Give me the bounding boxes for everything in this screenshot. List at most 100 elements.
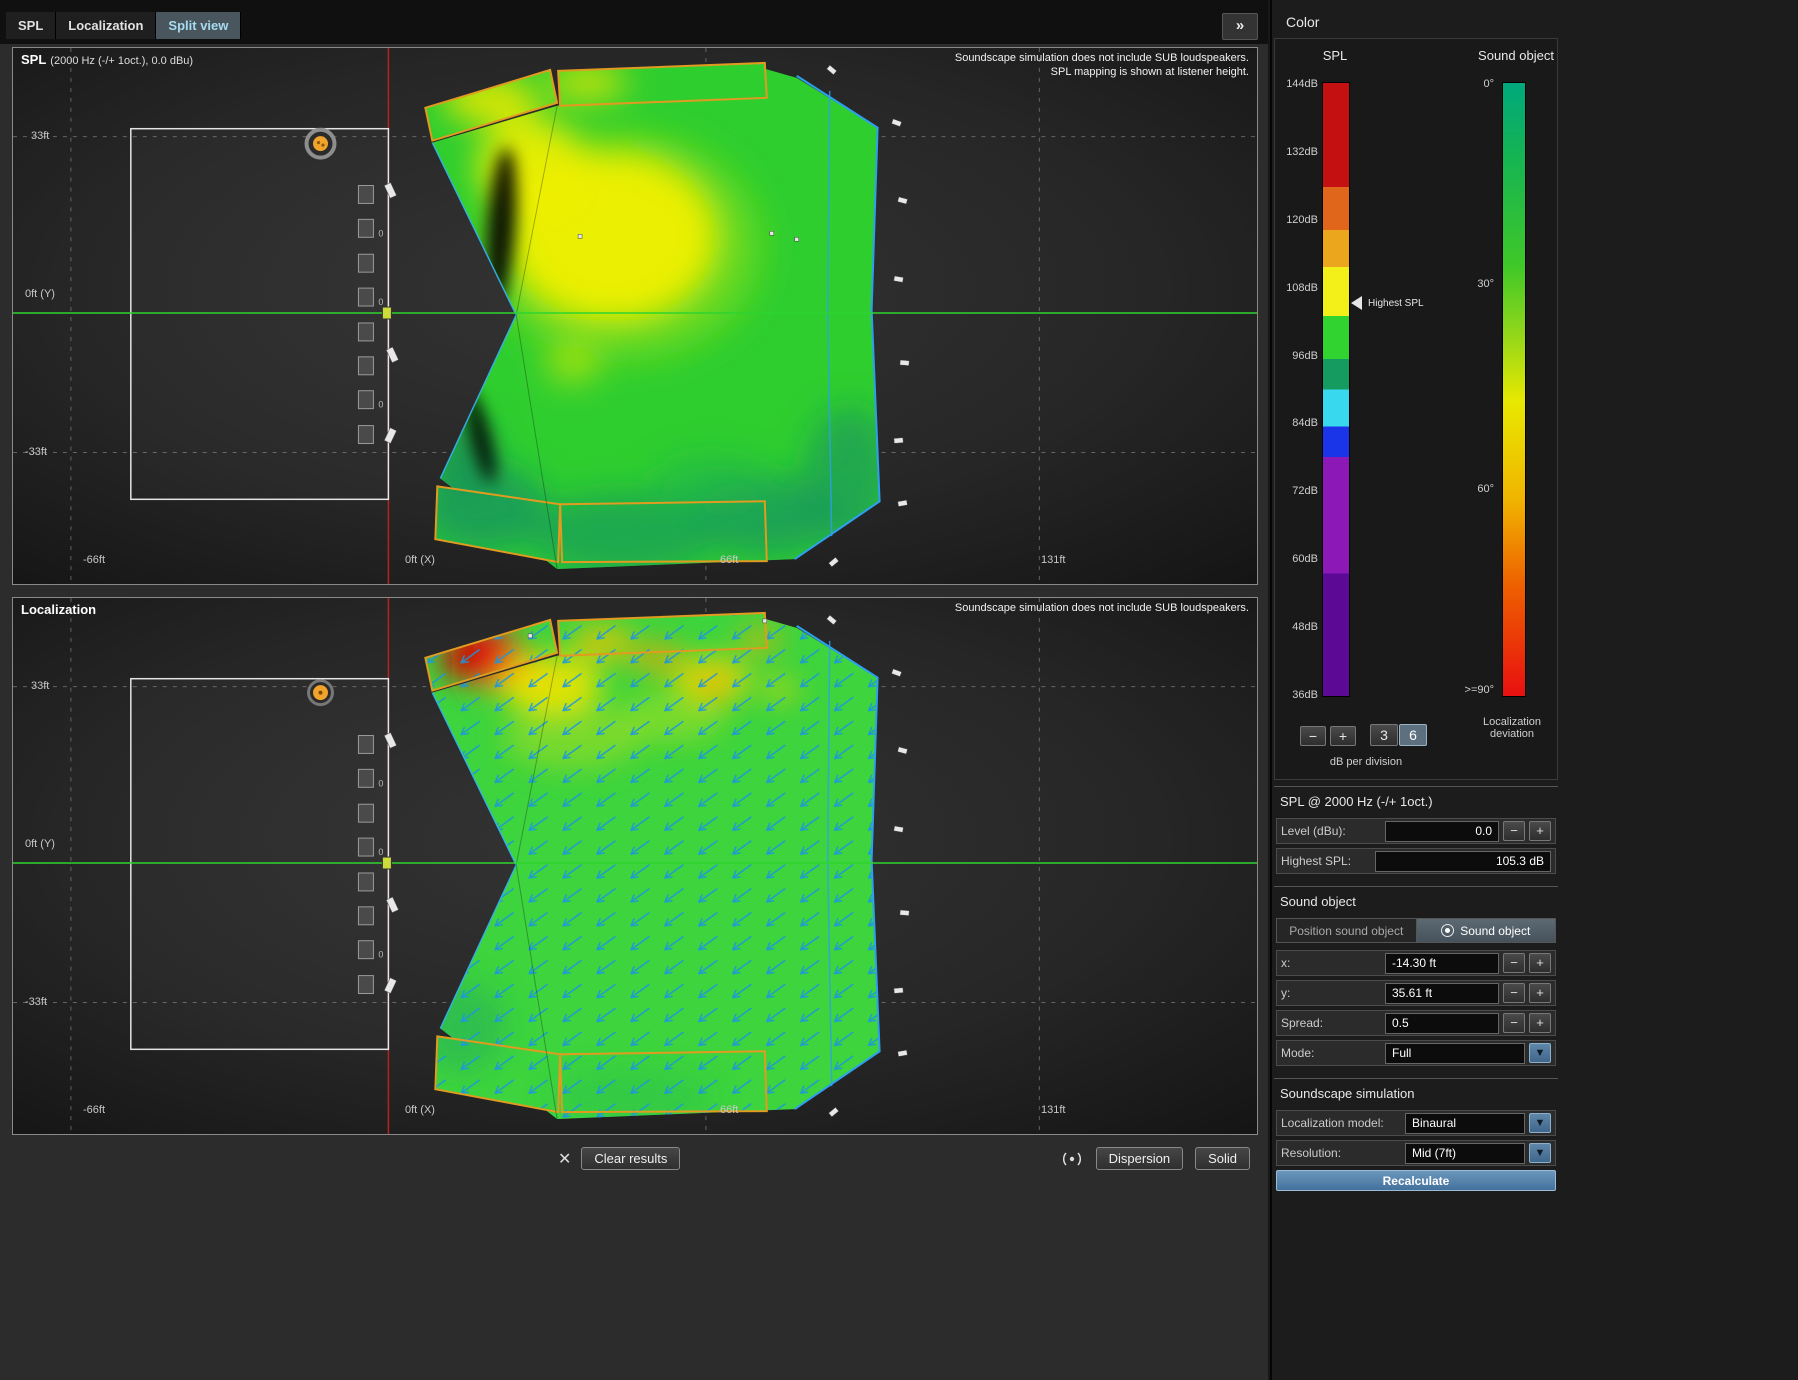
x-tick: 0ft (X) [405,1104,435,1116]
spread-increase-button[interactable]: + [1529,1013,1551,1033]
highest-spl-marker-icon [1351,296,1362,310]
y-tick: 33ft [31,680,49,692]
x-label: x: [1281,956,1381,970]
db-division-6-button[interactable]: 6 [1399,724,1427,746]
y-tick: 0ft (Y) [25,288,55,300]
highest-spl-marker-label: Highest SPL [1368,298,1424,309]
divider [1274,886,1558,887]
stage-outline [131,679,389,1050]
highest-spl-row: Highest SPL: 105.3 dB [1276,848,1556,874]
y-input[interactable]: 35.61 ft [1385,983,1499,1004]
color-sidebar: Color SPL Sound object 144dB 132dB 120dB… [1270,0,1798,1380]
x-decrease-button[interactable]: − [1503,953,1525,973]
recalculate-button[interactable]: Recalculate [1276,1170,1556,1191]
spl-map-view[interactable]: 0 0 0 [12,47,1258,585]
collapse-panel-button[interactable]: » [1222,13,1258,40]
resolution-dropdown-button[interactable]: ▼ [1529,1143,1551,1163]
clear-results-button[interactable]: Clear results [581,1147,680,1170]
resolution-row: Resolution: Mid (7ft) ▼ [1276,1140,1556,1166]
color-panel-title: Color [1286,14,1319,30]
spread-decrease-button[interactable]: − [1503,1013,1525,1033]
mode-dropdown-button[interactable]: ▼ [1529,1043,1551,1063]
y-label: y: [1281,986,1381,1000]
main-region: SPL Localization Split view » [0,0,1268,1380]
localization-deviation-label: Localization deviation [1468,716,1556,740]
object-scale-tick: >=90° [1432,684,1494,696]
sound-object-marker[interactable] [309,681,333,705]
level-increase-button[interactable]: + [1529,821,1551,841]
x-tick: 131ft [1041,554,1065,566]
localization-model-label: Localization model: [1281,1116,1401,1130]
spread-input[interactable]: 0.5 [1385,1013,1499,1034]
db-division-decrease-button[interactable]: − [1300,726,1326,746]
sound-object-option[interactable]: Sound object [1417,919,1556,942]
sound-object-section-title: Sound object [1280,894,1356,909]
spl-view-notes: Soundscape simulation does not include S… [955,51,1249,79]
y-tick: -33ft [25,446,47,458]
divider [1274,1078,1558,1079]
tab-localization[interactable]: Localization [56,12,156,39]
y-decrease-button[interactable]: − [1503,983,1525,1003]
spl-scale-tick: 60dB [1272,553,1320,565]
stage-outline [131,129,389,500]
level-row: Level (dBu): 0.0 − + [1276,818,1556,844]
svg-text:0: 0 [378,297,383,307]
svg-text:0: 0 [378,228,383,238]
clear-icon[interactable]: ✕ [558,1149,571,1169]
localization-model-select[interactable]: Binaural [1405,1113,1525,1134]
object-scale-tick: 0° [1432,78,1494,90]
spl-color-scale [1322,82,1350,697]
sound-object-marker[interactable] [307,130,335,158]
resolution-select[interactable]: Mid (7ft) [1405,1143,1525,1164]
level-label: Level (dBu): [1281,824,1381,838]
highest-spl-label: Highest SPL: [1281,854,1371,868]
sound-object-mode-toggle: Position sound object Sound object [1276,918,1556,943]
spl-frequency-section-title: SPL @ 2000 Hz (-/+ 1oct.) [1280,794,1433,809]
divider [1274,786,1558,787]
y-tick: 33ft [31,130,49,142]
spl-scale-tick: 120dB [1272,214,1320,226]
tab-strip: SPL Localization Split view » [0,0,1268,44]
y-tick: 0ft (Y) [25,838,55,850]
spl-scale-tick: 36dB [1272,689,1320,701]
sound-object-color-scale [1502,82,1526,697]
listener-marker [382,307,391,319]
resolution-label: Resolution: [1281,1146,1401,1160]
level-input[interactable]: 0.0 [1385,821,1499,842]
db-division-increase-button[interactable]: + [1330,726,1356,746]
level-decrease-button[interactable]: − [1503,821,1525,841]
spl-scale-tick: 84dB [1272,417,1320,429]
x-tick: -66ft [83,554,105,566]
spl-scale-tick: 48dB [1272,621,1320,633]
x-input[interactable]: -14.30 ft [1385,953,1499,974]
tab-spl[interactable]: SPL [6,12,56,39]
x-increase-button[interactable]: + [1529,953,1551,973]
localization-model-row: Localization model: Binaural ▼ [1276,1110,1556,1136]
position-sound-object-option[interactable]: Position sound object [1277,919,1417,942]
spl-view-title: SPL(2000 Hz (-/+ 1oct.), 0.0 dBu) [21,52,193,67]
x-row: x: -14.30 ft − + [1276,950,1556,976]
bottom-toolbar: ✕ Clear results Dispersion Solid [0,1143,1268,1183]
tab-split-view[interactable]: Split view [156,12,241,39]
localization-model-dropdown-button[interactable]: ▼ [1529,1113,1551,1133]
y-row: y: 35.61 ft − + [1276,980,1556,1006]
db-per-division-label: dB per division [1296,756,1436,768]
dispersion-icon[interactable] [1060,1150,1084,1168]
y-increase-button[interactable]: + [1529,983,1551,1003]
svg-text:0: 0 [378,778,383,788]
radio-selected-icon [1441,924,1454,937]
soundscape-section-title: Soundscape simulation [1280,1086,1414,1101]
mode-select[interactable]: Full [1385,1043,1525,1064]
solid-button[interactable]: Solid [1195,1147,1250,1170]
localization-heatmap: 000 [13,598,1257,1134]
db-division-3-button[interactable]: 3 [1370,724,1398,746]
svg-text:0: 0 [378,847,383,857]
localization-view-title: Localization [21,602,96,617]
x-tick: 66ft [720,554,738,566]
spl-scale-title: SPL [1310,48,1360,63]
svg-text:0: 0 [378,400,383,410]
localization-map-view[interactable]: 000 [12,597,1258,1135]
object-scale-tick: 60° [1432,483,1494,495]
spl-scale-tick: 132dB [1272,146,1320,158]
dispersion-button[interactable]: Dispersion [1096,1147,1183,1170]
